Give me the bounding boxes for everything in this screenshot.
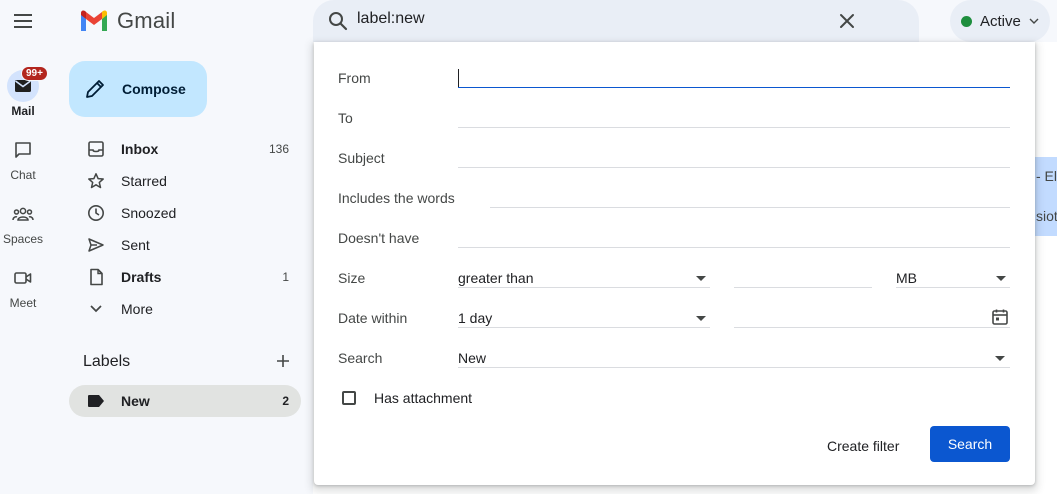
- includes-words-field[interactable]: [490, 207, 1010, 208]
- search-icon[interactable]: [327, 10, 349, 37]
- dropdown-arrow-icon: [995, 356, 1005, 361]
- doesnt-have-field[interactable]: [458, 247, 1010, 248]
- row-snippet: sioti: [1036, 208, 1057, 224]
- rail-label-mail: Mail: [11, 104, 35, 118]
- search-scope-underline: [458, 367, 1010, 368]
- send-icon: [86, 235, 106, 255]
- compose-label: Compose: [122, 81, 186, 97]
- to-field[interactable]: [458, 127, 1010, 128]
- nav-count: 136: [268, 142, 289, 156]
- main-menu-icon[interactable]: [11, 9, 35, 33]
- nav-count: 1: [282, 270, 289, 284]
- rail-item-chat[interactable]: Chat: [0, 134, 46, 182]
- nav-item-inbox[interactable]: Inbox 136: [69, 133, 301, 165]
- subject-label: Subject: [338, 150, 385, 166]
- nav-count: 2: [282, 394, 289, 408]
- from-field[interactable]: [458, 87, 1010, 88]
- meet-icon: [7, 262, 39, 294]
- nav-label: Drafts: [121, 269, 162, 285]
- size-value-field[interactable]: [734, 287, 872, 288]
- nav-item-sent[interactable]: Sent: [69, 229, 301, 261]
- compose-button[interactable]: Compose: [69, 61, 207, 117]
- search-input[interactable]: [357, 10, 817, 28]
- inbox-icon: [86, 139, 106, 159]
- dropdown-arrow-icon: [696, 276, 706, 281]
- spaces-icon: [7, 198, 39, 230]
- nav-label: Starred: [121, 173, 167, 189]
- row-snippet: - El: [1036, 168, 1057, 184]
- status-label: Active: [980, 12, 1021, 30]
- clear-search-icon[interactable]: [835, 9, 859, 38]
- clock-icon: [86, 203, 106, 223]
- from-label: From: [338, 70, 371, 86]
- text-cursor: [458, 69, 459, 87]
- nav-item-more[interactable]: More: [69, 293, 301, 325]
- nav-item-starred[interactable]: Starred: [69, 165, 301, 197]
- doesnt-have-label: Doesn't have: [338, 230, 420, 246]
- label-icon: [86, 391, 106, 411]
- rail-label-meet: Meet: [9, 296, 37, 310]
- app-name: Gmail: [117, 8, 176, 33]
- to-label: To: [338, 110, 353, 126]
- gmail-logo[interactable]: Gmail: [79, 8, 175, 34]
- subject-field[interactable]: [458, 167, 1010, 168]
- size-operator-value: greater than: [458, 270, 534, 286]
- size-label: Size: [338, 270, 366, 286]
- nav-label: New: [121, 393, 150, 409]
- rail-label-chat: Chat: [10, 168, 36, 182]
- nav-item-snoozed[interactable]: Snoozed: [69, 197, 301, 229]
- advanced-search-panel: From To Subject Includes the words Doesn…: [314, 42, 1035, 485]
- includes-words-label: Includes the words: [338, 190, 455, 206]
- draft-icon: [86, 267, 106, 287]
- star-icon: [86, 171, 106, 191]
- nav-item-drafts[interactable]: Drafts 1: [69, 261, 301, 293]
- chevron-down-icon: [86, 299, 106, 319]
- size-operator-underline: [458, 287, 710, 288]
- rail-item-meet[interactable]: Meet: [0, 262, 46, 310]
- calendar-icon[interactable]: [991, 308, 1009, 331]
- rail-label-spaces: Spaces: [2, 232, 44, 246]
- chevron-down-icon: [1029, 18, 1039, 24]
- nav-label: Snoozed: [121, 205, 177, 221]
- status-selector[interactable]: Active: [950, 0, 1050, 42]
- has-attachment-checkbox[interactable]: [342, 391, 356, 405]
- chat-icon: [7, 134, 39, 166]
- date-field[interactable]: [734, 327, 1010, 328]
- date-within-label: Date within: [338, 310, 408, 326]
- date-within-value: 1 day: [458, 310, 493, 326]
- status-dot: [961, 15, 972, 27]
- search-bar: [313, 0, 919, 42]
- pencil-icon: [86, 80, 104, 98]
- search-button[interactable]: Search: [930, 426, 1010, 462]
- search-scope-label: Search: [338, 350, 383, 366]
- nav-label: Inbox: [121, 141, 159, 157]
- nav-label: More: [121, 301, 153, 317]
- create-filter-button[interactable]: Create filter: [816, 428, 910, 464]
- dropdown-arrow-icon: [696, 316, 706, 321]
- gmail-logo-icon: [81, 10, 107, 31]
- size-unit-value: MB: [896, 270, 917, 286]
- rail-item-spaces[interactable]: Spaces: [0, 198, 46, 246]
- add-label-icon[interactable]: [274, 352, 292, 375]
- search-scope-value: New: [458, 350, 487, 366]
- labels-heading: Labels: [83, 353, 131, 370]
- has-attachment-label: Has attachment: [374, 390, 473, 406]
- dropdown-arrow-icon: [996, 276, 1006, 281]
- unread-badge: 99+: [21, 66, 48, 81]
- date-within-underline: [458, 327, 710, 328]
- rail-item-mail[interactable]: 99+ Mail: [0, 66, 48, 118]
- label-item-new[interactable]: New 2: [69, 385, 301, 417]
- nav-label: Sent: [121, 237, 150, 253]
- app-rail: 99+ Mail Chat Spaces Meet: [0, 0, 57, 494]
- size-unit-underline: [896, 287, 1010, 288]
